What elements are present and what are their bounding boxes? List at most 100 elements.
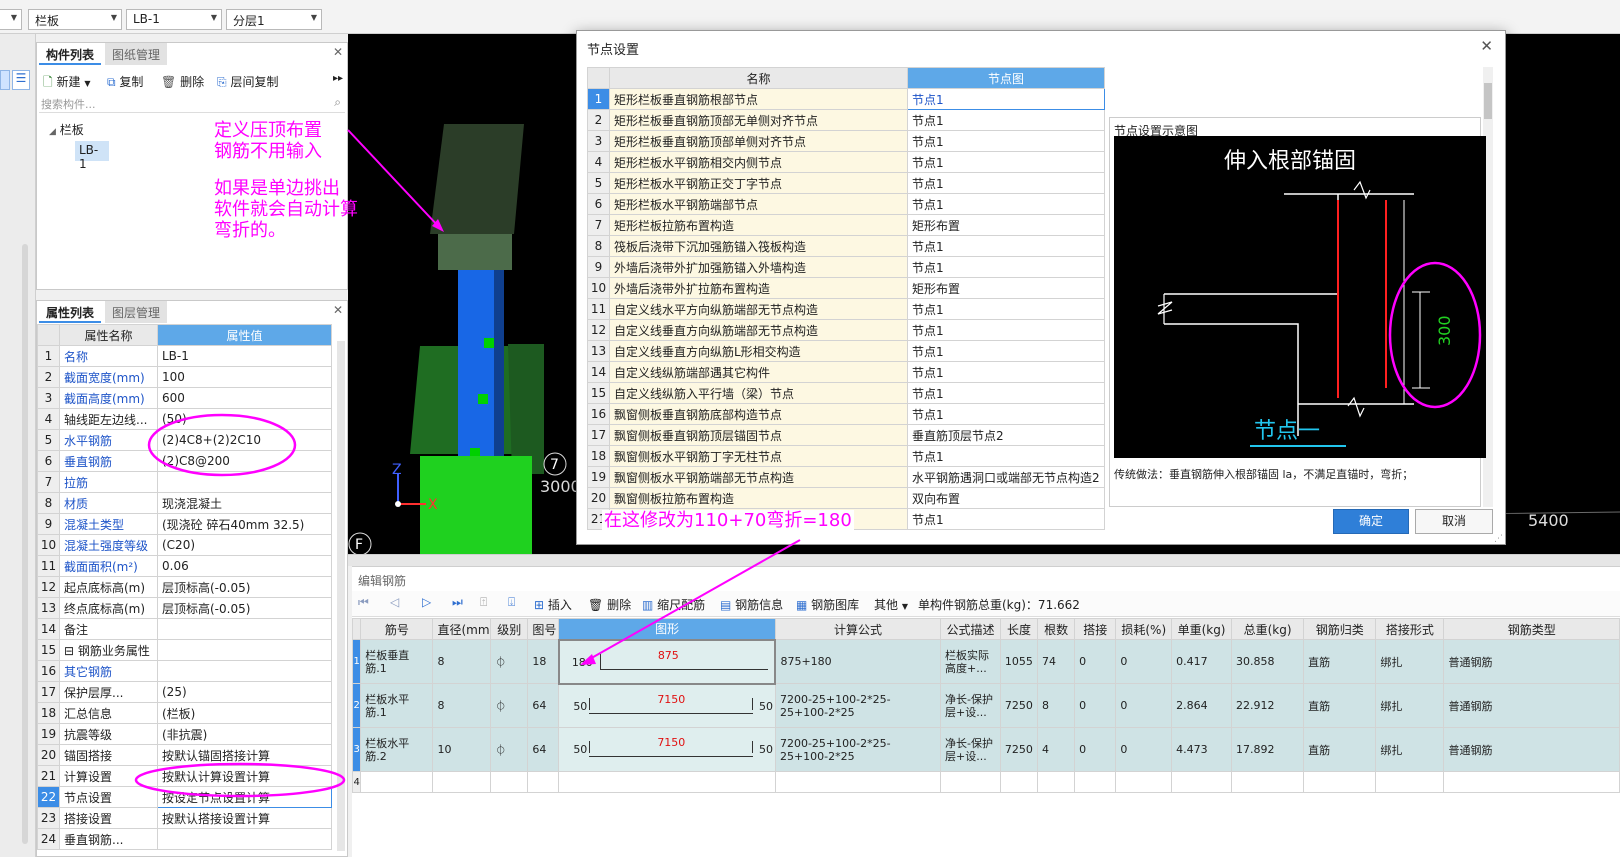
property-value[interactable]: 现浇混凝土 xyxy=(157,492,332,514)
node-row[interactable]: 19 飘窗侧板水平钢筋端部无节点构造 水平钢筋遇洞口或端部无节点构造2 xyxy=(587,466,1105,488)
rebar-empty-row[interactable]: 4 xyxy=(351,771,1620,793)
rebar-name[interactable]: 栏板垂直筋.1 xyxy=(360,639,434,684)
property-row[interactable]: 12 起点底标高(m) 层顶标高(-0.05) xyxy=(37,576,332,598)
rebar-loss[interactable]: 0 xyxy=(1115,639,1173,684)
delete-row-button[interactable]: 🗑 删除 xyxy=(588,596,631,613)
property-row[interactable]: 24 垂直钢筋... xyxy=(37,828,332,850)
rebar-empty-cell[interactable] xyxy=(1074,771,1117,793)
close-icon[interactable]: ✕ xyxy=(1480,37,1493,55)
node-value[interactable]: 节点1 xyxy=(907,256,1105,278)
rebar-len[interactable]: 1055 xyxy=(999,639,1039,684)
node-value[interactable]: 矩形布置 xyxy=(907,214,1105,236)
cancel-button[interactable]: 取消 xyxy=(1415,509,1493,534)
resize-grip-icon[interactable]: ⋰ xyxy=(1494,534,1503,544)
more-icon[interactable]: ▸▸ xyxy=(333,73,343,84)
property-value[interactable]: 按默认锚固搭接计算 xyxy=(157,744,332,766)
rebar-dia[interactable]: 8 xyxy=(432,639,492,684)
rebar-formula[interactable]: 7200-25+100-2*25-25+100-2*25 xyxy=(774,683,942,728)
node-value[interactable]: 垂直筋顶层节点2 xyxy=(907,424,1105,446)
node-value[interactable]: 节点1 xyxy=(907,403,1105,425)
node-value[interactable]: 水平钢筋遇洞口或端部无节点构造2 xyxy=(907,466,1105,488)
node-value[interactable]: 节点1 xyxy=(907,361,1105,383)
property-value[interactable]: 100 xyxy=(157,366,332,388)
node-row[interactable]: 20 飘窗侧板拉筋布置构造 双向布置 xyxy=(587,487,1105,509)
node-value[interactable]: 节点1 xyxy=(907,109,1105,131)
rebar-loss[interactable]: 0 xyxy=(1115,727,1173,772)
side-scrollbar[interactable] xyxy=(22,244,28,844)
property-value[interactable]: 按设定节点设置计算 xyxy=(157,786,332,808)
rebar-count[interactable]: 8 xyxy=(1037,683,1076,728)
rebar-total[interactable]: 22.912 xyxy=(1230,683,1305,728)
rebar-type[interactable]: 普通钢筋 xyxy=(1443,639,1620,684)
rebar-lapform[interactable]: 绑扎 xyxy=(1375,683,1445,728)
property-row[interactable]: 6 垂直钢筋 (2)C8@200 xyxy=(37,450,332,472)
property-value[interactable]: 层顶标高(-0.05) xyxy=(157,597,332,619)
rebar-shape[interactable]: 180 875 xyxy=(557,638,777,685)
component-name-combo[interactable]: LB-1 ▼ xyxy=(126,9,222,30)
rebar-lapform[interactable]: 绑扎 xyxy=(1375,727,1445,772)
layer-combo[interactable]: 分层1 ▼ xyxy=(226,9,322,30)
node-value[interactable]: 节点1 xyxy=(907,298,1105,320)
rebar-unit[interactable]: 4.473 xyxy=(1171,727,1232,772)
floor-copy-button[interactable]: ⎘ 层间复制 xyxy=(217,73,278,90)
node-value[interactable]: 节点1 xyxy=(907,235,1105,257)
property-value[interactable] xyxy=(157,618,332,640)
node-row[interactable]: 8 筏板后浇带下沉加强筋锚入筏板构造 节点1 xyxy=(587,235,1105,257)
property-value[interactable]: 层顶标高(-0.05) xyxy=(157,576,332,598)
move-up-icon[interactable]: ⍐ xyxy=(480,595,487,610)
new-button[interactable]: 🗋 新建 ▼ xyxy=(43,73,90,94)
rebar-count[interactable]: 74 xyxy=(1037,639,1076,684)
node-value[interactable]: 节点1 xyxy=(907,88,1105,110)
rebar-info-button[interactable]: ▤ 钢筋信息 xyxy=(720,596,783,613)
rebar-loss[interactable]: 0 xyxy=(1115,683,1173,728)
node-row[interactable]: 11 自定义线水平方向纵筋端部无节点构造 节点1 xyxy=(587,298,1105,320)
rebar-empty-cell[interactable] xyxy=(774,771,942,793)
node-value[interactable]: 节点1 xyxy=(907,319,1105,341)
rebar-shape[interactable]: 50 7150 50 xyxy=(558,727,776,772)
rebar-len[interactable]: 7250 xyxy=(999,683,1039,728)
rebar-fig[interactable]: 18 xyxy=(527,639,560,684)
next-record-icon[interactable]: ▷ xyxy=(422,595,431,609)
rebar-shape[interactable]: 50 7150 50 xyxy=(558,683,776,728)
property-value[interactable]: 按默认搭接设置计算 xyxy=(157,807,332,829)
rebar-lapform[interactable]: 绑扎 xyxy=(1375,639,1445,684)
property-value[interactable] xyxy=(157,828,332,850)
rebar-unit[interactable]: 0.417 xyxy=(1171,639,1232,684)
rebar-empty-cell[interactable] xyxy=(1037,771,1076,793)
property-value[interactable]: 按默认计算设置计算 xyxy=(157,765,332,787)
left-combo-stub[interactable]: ▼ xyxy=(0,9,22,30)
property-value[interactable]: (栏板) xyxy=(157,702,332,724)
node-value[interactable]: 节点1 xyxy=(907,130,1105,152)
rebar-grade[interactable]: ⏀ xyxy=(490,683,529,728)
prev-record-icon[interactable]: ◁ xyxy=(390,595,399,609)
node-value[interactable]: 节点1 xyxy=(907,151,1105,173)
node-row[interactable]: 18 飘窗侧板水平钢筋丁字无柱节点 节点1 xyxy=(587,445,1105,467)
rebar-empty-cell[interactable] xyxy=(940,771,1001,793)
list-view-icon[interactable]: ☰ xyxy=(12,70,30,90)
close-icon[interactable]: ✕ xyxy=(333,303,343,317)
rebar-dia[interactable]: 10 xyxy=(432,727,492,772)
rebar-empty-cell[interactable] xyxy=(999,771,1039,793)
property-row[interactable]: 4 轴线距左边线... (50) xyxy=(37,408,332,430)
scale-reinforce-button[interactable]: ▥ 缩尺配筋 xyxy=(642,596,705,613)
tab-property-list[interactable]: 属性列表 xyxy=(39,301,102,323)
node-row[interactable]: 5 矩形栏板水平钢筋正交丁字节点 节点1 xyxy=(587,172,1105,194)
property-value[interactable]: 600 xyxy=(157,387,332,409)
rebar-empty-cell[interactable] xyxy=(1171,771,1232,793)
rebar-total[interactable]: 17.892 xyxy=(1230,727,1305,772)
rebar-name[interactable]: 栏板水平筋.2 xyxy=(360,727,434,772)
rebar-fig[interactable]: 64 xyxy=(527,683,560,728)
view-splitter[interactable] xyxy=(348,554,1620,566)
node-value[interactable]: 双向布置 xyxy=(907,487,1105,509)
rebar-cls[interactable]: 直筋 xyxy=(1303,639,1377,684)
property-value[interactable]: (现浇砼 碎石40mm 32.5) xyxy=(157,513,332,535)
node-row[interactable]: 14 自定义线纵筋端部遇其它构件 节点1 xyxy=(587,361,1105,383)
property-row[interactable]: 19 抗震等级 (非抗震) xyxy=(37,723,332,745)
tree-root[interactable]: ◢ 栏板 xyxy=(49,121,84,138)
property-row[interactable]: 21 计算设置 按默认计算设置计算 xyxy=(37,765,332,787)
property-row[interactable]: 10 混凝土强度等级 (C20) xyxy=(37,534,332,556)
node-row[interactable]: 7 矩形栏板拉筋布置构造 矩形布置 xyxy=(587,214,1105,236)
node-value[interactable]: 矩形布置 xyxy=(907,277,1105,299)
property-value[interactable]: (25) xyxy=(157,681,332,703)
rebar-unit[interactable]: 2.864 xyxy=(1171,683,1232,728)
